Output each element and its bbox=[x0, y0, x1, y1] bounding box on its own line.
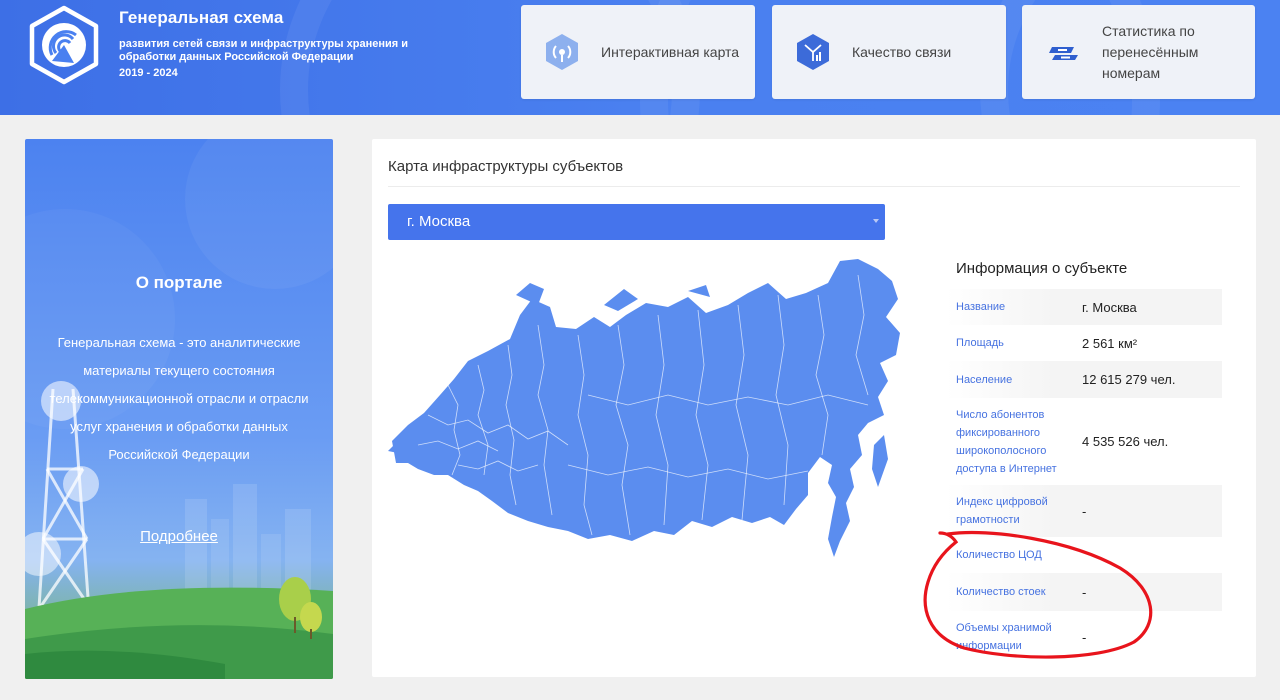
info-value: - bbox=[1082, 629, 1087, 645]
map-island bbox=[688, 285, 710, 297]
info-row-area: Площадь 2 561 км² bbox=[946, 325, 1222, 361]
info-row-storage-volume: Объемы хранимой информации - bbox=[946, 611, 1222, 663]
about-more: Подробнее bbox=[25, 528, 333, 546]
brand-title: Генеральная схема bbox=[119, 8, 284, 27]
about-panel: О портале Генеральная схема - это аналит… bbox=[25, 139, 333, 679]
header: Генеральная схема развития сетей связи и… bbox=[0, 0, 1280, 115]
more-link[interactable]: Подробнее bbox=[140, 528, 218, 545]
info-label: Объемы хранимой информации bbox=[956, 622, 1052, 652]
info-value: - bbox=[1082, 503, 1087, 519]
about-title: О портале bbox=[135, 273, 223, 292]
portal-logo[interactable] bbox=[28, 5, 100, 85]
infrastructure-card: Карта инфраструктуры субъектов г. Москва bbox=[372, 139, 1256, 677]
info-value: 12 615 279 чел. bbox=[1082, 372, 1176, 387]
antenna-icon bbox=[546, 34, 578, 70]
info-label: Число абонентов фиксированного широкопол… bbox=[956, 408, 1057, 475]
info-row-digital-literacy: Индекс цифровой грамотности - bbox=[946, 485, 1222, 537]
info-label: Название bbox=[956, 301, 1006, 313]
info-row-datacenters: Количество ЦОД bbox=[946, 537, 1222, 573]
map-island bbox=[872, 435, 888, 487]
about-text: Генеральная схема - это аналитические ма… bbox=[49, 335, 309, 462]
nav-label: Качество связи bbox=[852, 43, 952, 60]
info-row-racks: Количество стоек - bbox=[946, 573, 1222, 611]
info-label: Население bbox=[956, 373, 1013, 386]
chevron-down-icon bbox=[873, 219, 879, 223]
info-title: Информация о субъекте bbox=[956, 260, 1128, 277]
info-value: 2 561 км² bbox=[1082, 335, 1138, 351]
map-territory bbox=[392, 259, 900, 557]
info-row-broadband: Число абонентов фиксированного широкопол… bbox=[946, 398, 1222, 485]
brand-subtitle: развития сетей связи и инфраструктуры хр… bbox=[119, 38, 408, 63]
region-select[interactable]: г. Москва bbox=[388, 204, 885, 240]
info-label: Количество ЦОД bbox=[956, 549, 1042, 561]
map-island bbox=[604, 289, 638, 311]
signal-icon bbox=[797, 34, 829, 70]
info-value: г. Москва bbox=[1082, 299, 1137, 315]
nav-label: Интерактивная карта bbox=[601, 43, 740, 60]
info-value: - bbox=[1082, 584, 1087, 600]
info-label: Индекс цифровой грамотности bbox=[956, 496, 1048, 526]
region-selected: г. Москва bbox=[407, 213, 471, 230]
nav-quality[interactable]: Качество связи bbox=[772, 5, 1006, 99]
nav-label: Статистика по перенесённым номерам bbox=[1102, 22, 1199, 81]
card-title: Карта инфраструктуры субъектов bbox=[388, 158, 624, 175]
info-label: Площадь bbox=[956, 337, 1004, 349]
info-row-name: Название г. Москва bbox=[946, 289, 1222, 325]
info-row-population: Население 12 615 279 чел. bbox=[946, 361, 1222, 398]
brand-years: 2019 - 2024 bbox=[119, 67, 178, 79]
russia-map[interactable] bbox=[388, 255, 908, 565]
info-value: 4 535 526 чел. bbox=[1082, 434, 1169, 449]
nav-interactive-map[interactable]: Интерактивная карта bbox=[521, 5, 755, 99]
info-label: Количество стоек bbox=[956, 586, 1046, 598]
sim-transfer-icon bbox=[1049, 47, 1078, 60]
nav-ported-numbers[interactable]: Статистика по перенесённым номерам bbox=[1022, 5, 1255, 99]
divider bbox=[388, 186, 1240, 187]
